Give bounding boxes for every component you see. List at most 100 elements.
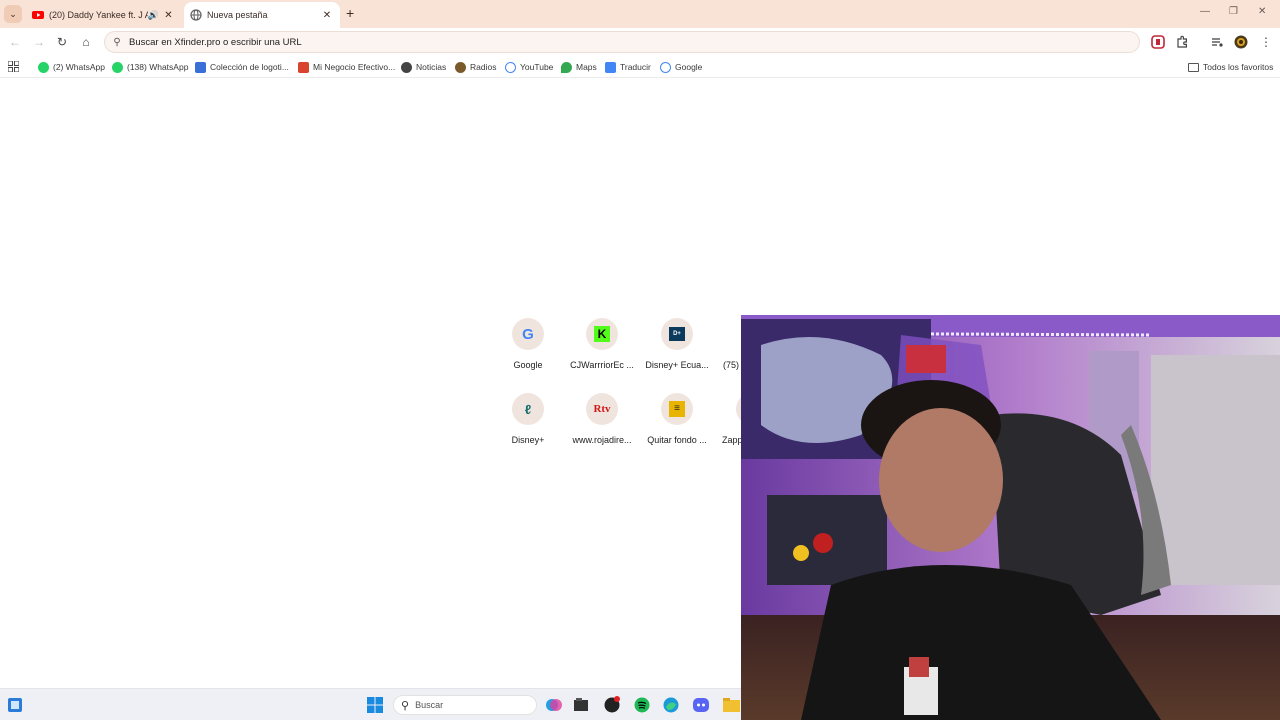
tab-youtube[interactable]: (20) Daddy Yankee ft. J Alvarez 🔊 ✕ [26,2,180,28]
file-explorer-icon[interactable] [572,696,590,714]
copilot-icon[interactable] [545,696,563,714]
address-placeholder: Buscar en Xfinder.pro o escribir una URL [129,36,302,48]
shortcut-google[interactable]: G Google [493,318,563,370]
shortcut-label: Disney+ Ecua... [645,360,709,370]
bookmark-label: Google [675,62,703,72]
home-button[interactable]: ⌂ [78,34,94,50]
tab-title: Nueva pestaña [207,10,268,20]
edge-icon[interactable] [662,696,680,714]
shortcut-label: CJWarrriorEc ... [570,360,634,370]
shortcut-label: (75) [723,360,740,370]
extension-icon[interactable] [1151,35,1165,49]
shortcut-partial-1[interactable]: (75) [710,318,741,370]
bookmark-radios[interactable]: Radios [455,60,496,74]
bookmark-traducir[interactable]: Traducir [605,60,651,74]
bookmark-maps[interactable]: Maps [561,60,597,74]
search-icon: ⚲ [113,36,121,48]
bookmarks-bar: (2) WhatsApp (138) WhatsApp Colección de… [0,56,1280,78]
disney-icon: ℓ [512,393,544,425]
new-tab-button[interactable]: + [346,5,354,21]
shortcut-label: Zapp [722,435,741,445]
shortcut-label: www.rojadire... [572,435,632,445]
store-icon [298,61,309,73]
bookmark-label: Mi Negocio Efectivo... [313,62,396,72]
close-window-button[interactable]: ✕ [1258,6,1266,17]
all-bookmarks-label: Todos los favoritos [1203,62,1274,72]
minimize-button[interactable]: — [1200,6,1210,17]
obs-icon[interactable] [603,696,621,714]
shortcut-label: Quitar fondo ... [647,435,707,445]
bookmark-label: Radios [470,62,497,72]
shortcut-label: Google [513,360,543,370]
folder-icon[interactable] [722,696,740,714]
tab-new-tab[interactable]: Nueva pestaña ✕ [184,2,340,28]
profile-avatar[interactable] [1234,35,1248,49]
globe-icon [190,9,202,21]
kick-icon: K [586,318,618,350]
bookmark-whatsapp-2[interactable]: (138) WhatsApp [112,60,188,74]
folder-icon [1188,62,1199,72]
rtv-icon: Rtv [586,393,618,425]
google-icon: G [512,318,544,350]
apps-grid-icon[interactable] [8,61,19,72]
bookmark-label: YouTube [520,62,554,72]
bookmark-noticias[interactable]: Noticias [401,60,446,74]
forward-button[interactable]: → [31,34,47,50]
chevron-down-icon: ⌄ [9,8,17,19]
speaker-icon[interactable]: 🔊 [148,10,159,21]
windows-start-icon[interactable] [366,696,384,714]
taskbar-search-label: Buscar [415,700,444,710]
shortcut-rojadirecta[interactable]: Rtv www.rojadire... [567,393,637,445]
back-button[interactable]: ← [7,34,23,50]
widgets-icon[interactable] [7,697,23,713]
disney-plus-icon: D+ [661,318,693,350]
maximize-button[interactable]: ❐ [1229,6,1238,17]
tab-strip: ⌄ (20) Daddy Yankee ft. J Alvarez 🔊 ✕ Nu… [0,0,1280,28]
windows-taskbar: ⚲ Buscar [0,688,741,720]
browser-toolbar: ← → ↻ ⌂ ⚲ Buscar en Xfinder.pro o escrib… [0,28,1280,56]
shortcut-disney-ecuador[interactable]: D+ Disney+ Ecua... [642,318,712,370]
bookmark-label: (138) WhatsApp [127,62,189,72]
youtube-icon [32,11,44,19]
puzzle-icon[interactable] [1175,35,1189,49]
close-icon[interactable]: ✕ [320,10,334,21]
shortcut-kick[interactable]: K CJWarrriorEc ... [567,318,637,370]
bookmark-label: Traducir [620,62,651,72]
shortcut-partial-2[interactable]: Zapp [710,393,741,445]
webcam-image [741,315,1280,720]
tab-title: (20) Daddy Yankee ft. J Alvarez [49,10,148,20]
shortcut-label: Disney+ [511,435,545,445]
google-icon [660,61,671,73]
all-bookmarks-button[interactable]: Todos los favoritos [1188,60,1273,74]
bookmark-label: (2) WhatsApp [53,62,105,72]
reload-button[interactable]: ↻ [54,34,70,50]
radio-icon [455,61,466,73]
bookmark-label: Colección de logoti... [210,62,289,72]
tab-search-button[interactable]: ⌄ [4,5,22,23]
taskbar-search[interactable]: ⚲ Buscar [393,695,537,715]
whatsapp-icon [112,61,123,73]
doc-icon [195,61,206,73]
bookmark-youtube[interactable]: YouTube [505,60,553,74]
address-bar[interactable]: ⚲ Buscar en Xfinder.pro o escribir una U… [104,31,1140,53]
bookmark-logos[interactable]: Colección de logoti... [195,60,289,74]
shortcut-disney[interactable]: ℓ Disney+ [493,393,563,445]
news-icon [401,61,412,73]
bookmark-negocio[interactable]: Mi Negocio Efectivo... [298,60,395,74]
search-icon: ⚲ [401,699,410,712]
translate-icon [605,61,616,73]
bookmark-google[interactable]: Google [660,60,702,74]
media-control-icon[interactable] [1210,35,1224,49]
shortcut-quitar-fondo[interactable]: ≡ Quitar fondo ... [642,393,712,445]
bookmark-whatsapp-1[interactable]: (2) WhatsApp [38,60,105,74]
layers-icon: ≡ [661,393,693,425]
webcam-overlay [741,315,1280,720]
bookmark-label: Noticias [416,62,447,72]
close-icon[interactable]: ✕ [163,10,174,21]
whatsapp-icon [38,61,49,73]
maps-icon [561,61,572,73]
google-icon [505,61,516,73]
discord-icon[interactable] [692,696,710,714]
menu-kebab-icon[interactable]: ⋮ [1258,34,1274,50]
spotify-icon[interactable] [633,696,651,714]
